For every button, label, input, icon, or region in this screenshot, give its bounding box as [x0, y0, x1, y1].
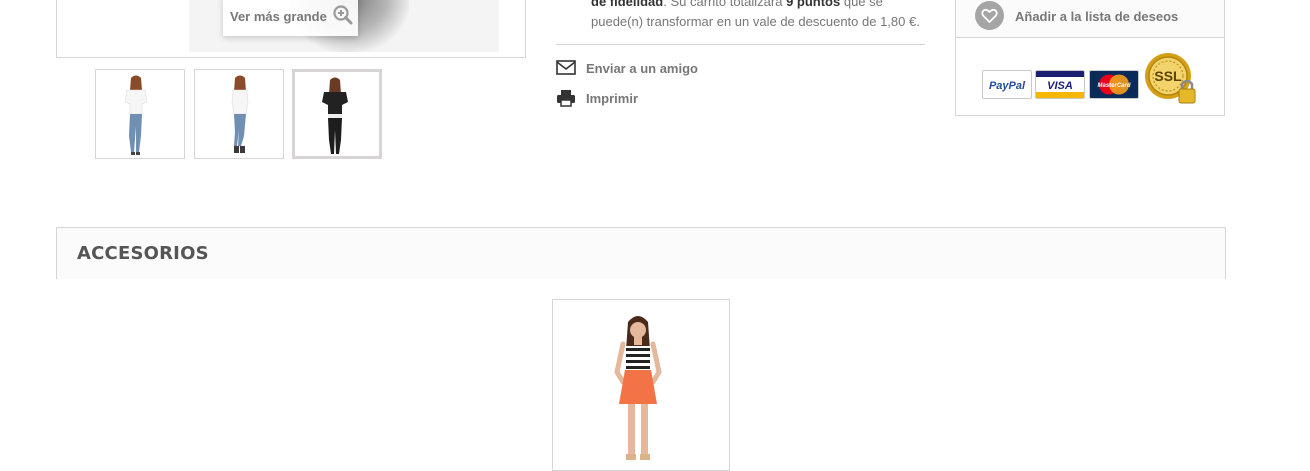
divider [556, 44, 925, 45]
add-to-wishlist-button[interactable]: Añadir a la lista de deseos [956, 0, 1224, 38]
loyalty-text-1: . Su carrito totalizará [663, 0, 787, 9]
send-to-friend-link[interactable]: Enviar a un amigo [556, 59, 756, 79]
loyalty-points: 9 puntos [786, 0, 841, 9]
add-to-wishlist-label: Añadir a la lista de deseos [1015, 9, 1179, 24]
ssl-seal-icon: SSL [1142, 51, 1202, 109]
visa-logo-text: VISA [1047, 80, 1073, 92]
visa-logo: VISA [1035, 70, 1085, 99]
thumbnail-2-image [231, 75, 249, 153]
mastercard-logo: MasterCard [1089, 70, 1139, 99]
send-to-friend-label: Enviar a un amigo [586, 61, 698, 76]
loyalty-text-3: puede(n) transformar en un vale de descu… [591, 14, 920, 29]
paypal-logo-text: PayPal [989, 80, 1026, 92]
accessory-product-card[interactable] [552, 299, 730, 471]
printer-icon [556, 89, 576, 110]
accessories-title: ACCESORIOS [77, 243, 209, 264]
loyalty-info: de fidelidad. Su carrito totalizará 9 pu… [591, 0, 931, 32]
ssl-seal-text: SSL [1154, 68, 1182, 84]
thumbnail-1[interactable] [95, 69, 185, 159]
accessory-product-image [553, 300, 729, 470]
view-larger-label: Ver más grande [230, 9, 327, 24]
thumbnail-3-active[interactable] [292, 69, 382, 159]
thumbnail-2[interactable] [194, 69, 284, 159]
paypal-logo: PayPal [982, 70, 1032, 99]
wishlist-box: Añadir a la lista de deseos PayPal VISA … [955, 0, 1225, 116]
accessories-section-header: ACCESORIOS [56, 227, 1226, 279]
print-link[interactable]: Imprimir [556, 89, 756, 109]
loyalty-label: de fidelidad [591, 0, 664, 9]
thumbnail-3-image [322, 77, 348, 154]
print-label: Imprimir [586, 91, 639, 106]
heart-icon [975, 1, 1004, 30]
view-larger-button[interactable]: Ver más grande [223, 0, 358, 36]
envelope-icon [556, 59, 576, 80]
zoom-in-icon [333, 5, 353, 30]
thumbnail-1-image [124, 75, 148, 155]
loyalty-text-2: que se [840, 0, 883, 9]
mastercard-logo-text: MasterCard [1097, 83, 1130, 89]
